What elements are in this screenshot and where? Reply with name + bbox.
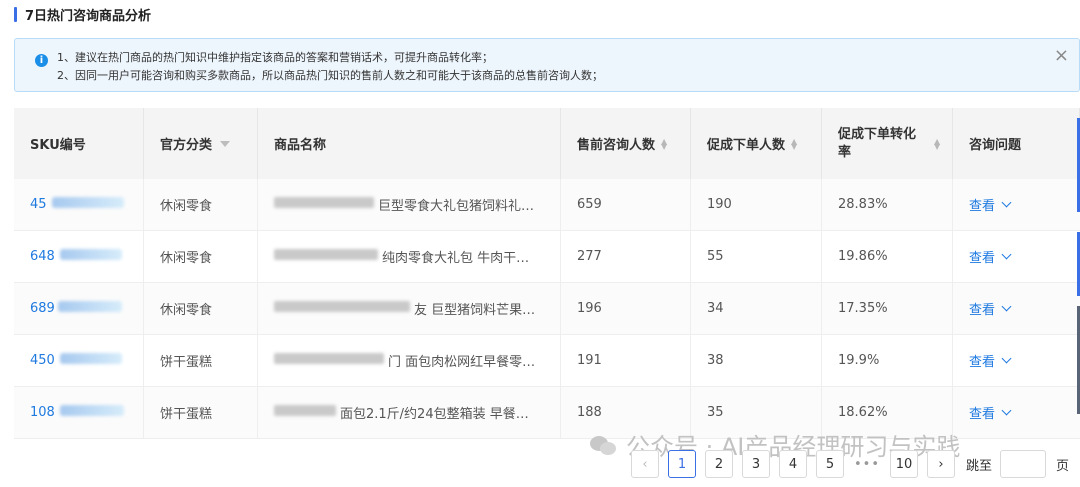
close-icon[interactable]: × (1054, 45, 1069, 66)
sort-icon[interactable]: ▲ ▼ (791, 137, 797, 150)
view-button[interactable]: 查看 (969, 247, 1012, 266)
order-count-cell: 190 (691, 179, 822, 230)
sku-cell[interactable]: 108 (14, 387, 144, 438)
col-consult-count[interactable]: 售前咨询人数 ▲ ▼ (561, 108, 691, 179)
table-row: 689 休闲零食 友 巨型猪饲料芒果… 196 34 17.35% 查看 (14, 283, 1080, 335)
questions-cell: 查看 (953, 231, 1080, 282)
product-name-cell: 面包2.1斤/约24包整箱装 早餐… (258, 387, 561, 438)
view-button[interactable]: 查看 (969, 351, 1012, 370)
table-row: 45 休闲零食 巨型零食大礼包猪饲料礼… 659 190 28.83% 查看 (14, 179, 1080, 231)
sku-cell[interactable]: 648 (14, 231, 144, 282)
sku-link[interactable]: 45 (30, 197, 47, 212)
page-title: 7日热门咨询商品分析 (25, 8, 152, 24)
info-notice: i 1、建议在热门商品的热门知识中维护指定该商品的答案和营销话术，可提升商品转化… (14, 38, 1080, 92)
conversion-rate-cell: 17.35% (822, 283, 953, 334)
next-page-button[interactable]: › (927, 450, 955, 478)
consult-count-cell: 191 (561, 335, 691, 386)
view-button[interactable]: 查看 (969, 403, 1012, 422)
order-count-cell: 55 (691, 231, 822, 282)
redacted-mask (274, 197, 374, 208)
product-name-cell: 友 巨型猪饲料芒果… (258, 283, 561, 334)
col-order-count[interactable]: 促成下单人数 ▲ ▼ (691, 108, 822, 179)
col-sku: SKU编号 (14, 108, 144, 179)
page-button-5[interactable]: 5 (816, 450, 844, 478)
conversion-rate-cell: 19.9% (822, 335, 953, 386)
pagination: ‹ 1 2 3 4 5 ••• 10 › 跳至 页 (631, 450, 1069, 478)
view-button[interactable]: 查看 (969, 299, 1012, 318)
order-count-cell: 38 (691, 335, 822, 386)
sku-cell[interactable]: 450 (14, 335, 144, 386)
redacted-mask (52, 197, 124, 208)
page-button-4[interactable]: 4 (779, 450, 807, 478)
redacted-mask (58, 301, 122, 312)
chevron-down-icon (1001, 249, 1012, 260)
category-cell: 休闲零食 (144, 179, 258, 230)
sku-link[interactable]: 689 (30, 301, 55, 316)
table-row: 450 饼干蛋糕 门 面包肉松网红早餐零… 191 38 19.9% 查看 (14, 335, 1080, 387)
page-button-last[interactable]: 10 (890, 450, 918, 478)
page-button-2[interactable]: 2 (705, 450, 733, 478)
redacted-mask (60, 405, 124, 416)
table-header: SKU编号 官方分类 商品名称 售前咨询人数 ▲ ▼ 促成下单人数 ▲ ▼ 促成下单… (14, 108, 1080, 179)
chevron-down-icon (1001, 353, 1012, 364)
sku-cell[interactable]: 45 (14, 179, 144, 230)
hot-products-table: SKU编号 官方分类 商品名称 售前咨询人数 ▲ ▼ 促成下单人数 ▲ ▼ 促成下单… (14, 108, 1080, 439)
title-accent-bar (14, 6, 17, 22)
sku-link[interactable]: 648 (30, 249, 55, 264)
jump-page-input[interactable] (1000, 450, 1047, 478)
view-button[interactable]: 查看 (969, 195, 1012, 214)
questions-cell: 查看 (953, 179, 1080, 230)
product-name-cell: 纯肉零食大礼包 牛肉干… (258, 231, 561, 282)
wechat-icon (590, 434, 618, 456)
consult-count-cell: 196 (561, 283, 691, 334)
col-questions: 咨询问题 (953, 108, 1080, 179)
sku-link[interactable]: 108 (30, 405, 55, 420)
page-button-1[interactable]: 1 (668, 450, 696, 478)
order-count-cell: 34 (691, 283, 822, 334)
prev-page-button[interactable]: ‹ (631, 450, 659, 478)
sku-link[interactable]: 450 (30, 353, 55, 368)
notice-line-2: 2、因同一用户可能咨询和购买多款商品，所以商品热门知识的售前人数之和可能大于该商… (57, 69, 603, 82)
sort-icon[interactable]: ▲ ▼ (661, 137, 667, 150)
info-icon: i (35, 54, 48, 67)
pagination-ellipsis[interactable]: ••• (853, 457, 881, 472)
sku-cell[interactable]: 689 (14, 283, 144, 334)
col-category[interactable]: 官方分类 (144, 108, 258, 179)
conversion-rate-cell: 19.86% (822, 231, 953, 282)
redacted-mask (274, 353, 384, 364)
filter-icon[interactable] (220, 140, 231, 147)
category-cell: 休闲零食 (144, 283, 258, 334)
page-unit-label: 页 (1056, 458, 1070, 474)
redacted-mask (274, 301, 410, 312)
product-name-cell: 门 面包肉松网红早餐零… (258, 335, 561, 386)
redacted-mask (60, 249, 122, 260)
questions-cell: 查看 (953, 335, 1080, 386)
jump-label: 跳至 (966, 458, 993, 474)
conversion-rate-cell: 28.83% (822, 179, 953, 230)
questions-cell: 查看 (953, 283, 1080, 334)
table-row: 648 休闲零食 纯肉零食大礼包 牛肉干… 277 55 19.86% 查看 (14, 231, 1080, 283)
category-cell: 饼干蛋糕 (144, 387, 258, 438)
category-cell: 饼干蛋糕 (144, 335, 258, 386)
chevron-down-icon (1001, 197, 1012, 208)
category-cell: 休闲零食 (144, 231, 258, 282)
sort-icon[interactable]: ▲ ▼ (934, 137, 940, 150)
product-name-cell: 巨型零食大礼包猪饲料礼… (258, 179, 561, 230)
col-conversion-rate[interactable]: 促成下单转化率 ▲ ▼ (822, 108, 953, 179)
questions-cell: 查看 (953, 387, 1080, 438)
chevron-down-icon (1001, 405, 1012, 416)
section-header: 7日热门咨询商品分析 (14, 4, 151, 24)
notice-line-1: 1、建议在热门商品的热门知识中维护指定该商品的答案和营销话术，可提升商品转化率； (57, 51, 493, 64)
page-button-3[interactable]: 3 (742, 450, 770, 478)
consult-count-cell: 659 (561, 179, 691, 230)
col-product-name: 商品名称 (258, 108, 561, 179)
redacted-mask (60, 353, 122, 364)
consult-count-cell: 277 (561, 231, 691, 282)
chevron-down-icon (1001, 301, 1012, 312)
redacted-mask (274, 249, 378, 260)
redacted-mask (274, 405, 336, 416)
